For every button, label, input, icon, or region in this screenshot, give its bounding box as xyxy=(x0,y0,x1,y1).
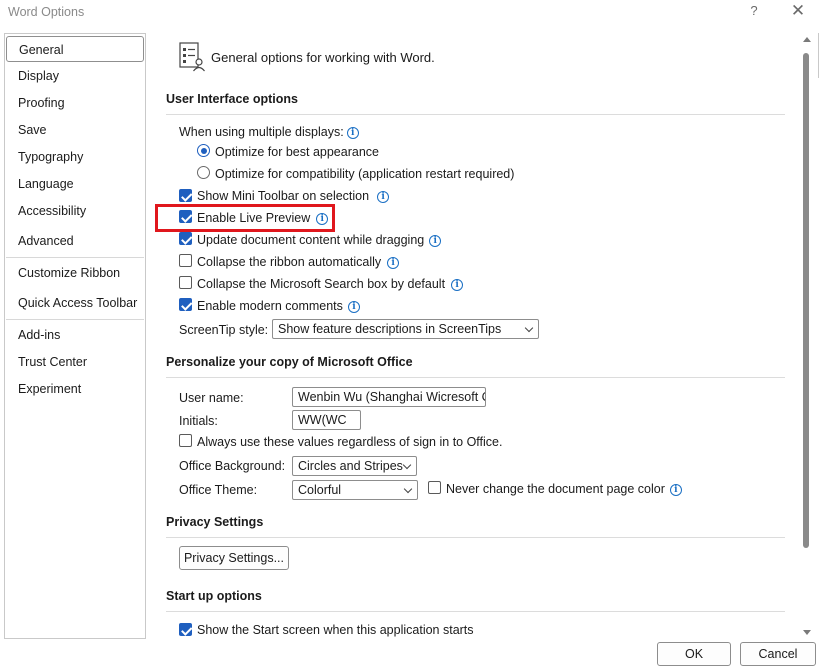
modern-comments-checkbox[interactable] xyxy=(179,298,192,311)
chevron-down-icon xyxy=(402,460,412,470)
screentip-label: ScreenTip style: xyxy=(179,323,269,337)
mini-toolbar-label: Show Mini Toolbar on selection i xyxy=(197,189,390,203)
mini-toolbar-checkbox[interactable] xyxy=(179,189,192,202)
radio-best-appearance-label: Optimize for best appearance xyxy=(215,145,379,159)
nav-divider xyxy=(6,257,144,258)
update-dragging-checkbox[interactable] xyxy=(179,232,192,245)
help-button[interactable]: ? xyxy=(746,3,762,18)
nav-item-add-ins[interactable]: Add-ins xyxy=(18,328,60,342)
nav-item-customize-ribbon[interactable]: Customize Ribbon xyxy=(18,266,120,280)
scroll-down-arrow-icon[interactable] xyxy=(803,630,811,635)
nav-item-quick-access-toolbar[interactable]: Quick Access Toolbar xyxy=(18,296,137,310)
nav-item-save[interactable]: Save xyxy=(18,123,47,137)
section-divider xyxy=(166,377,785,378)
initials-field[interactable]: WW(WC xyxy=(292,410,361,430)
show-start-screen-label: Show the Start screen when this applicat… xyxy=(197,623,474,637)
radio-compatibility[interactable] xyxy=(197,166,210,179)
show-start-screen-checkbox[interactable] xyxy=(179,623,192,636)
nav-item-accessibility[interactable]: Accessibility xyxy=(18,204,86,218)
ok-button[interactable]: OK xyxy=(657,642,731,666)
chevron-down-icon xyxy=(403,484,413,494)
never-change-color-checkbox[interactable] xyxy=(428,481,441,494)
section-divider xyxy=(166,611,785,612)
info-icon[interactable]: i xyxy=(451,279,464,291)
radio-best-appearance[interactable] xyxy=(197,144,210,157)
options-pane: General options for working with Word. U… xyxy=(150,26,798,638)
nav-item-language[interactable]: Language xyxy=(18,177,74,191)
window-edge xyxy=(818,33,819,78)
section-title-ui-options: User Interface options xyxy=(166,92,298,106)
info-icon[interactable]: i xyxy=(346,127,359,139)
section-divider xyxy=(166,114,785,115)
window-title: Word Options xyxy=(8,5,85,19)
section-title-privacy: Privacy Settings xyxy=(166,515,264,529)
multi-display-label: When using multiple displays: i xyxy=(179,125,359,139)
section-title-startup: Start up options xyxy=(166,589,262,603)
nav-item-advanced[interactable]: Advanced xyxy=(18,234,74,248)
office-background-select[interactable]: Circles and Stripes xyxy=(292,456,417,476)
initials-label: Initials: xyxy=(179,414,218,428)
collapse-ribbon-label: Collapse the ribbon automatically i xyxy=(197,255,400,269)
office-background-label: Office Background: xyxy=(179,459,286,473)
info-icon[interactable]: i xyxy=(347,301,360,313)
privacy-settings-button[interactable]: Privacy Settings... xyxy=(179,546,289,570)
modern-comments-label: Enable modern comments i xyxy=(197,299,360,313)
collapse-search-label: Collapse the Microsoft Search box by def… xyxy=(197,277,464,291)
scroll-up-arrow-icon[interactable] xyxy=(803,37,811,42)
nav-divider xyxy=(6,319,144,320)
collapse-ribbon-checkbox[interactable] xyxy=(179,254,192,267)
office-theme-select[interactable]: Colorful xyxy=(292,480,418,500)
always-use-checkbox[interactable] xyxy=(179,434,192,447)
general-options-icon xyxy=(179,42,205,72)
user-name-label: User name: xyxy=(179,391,244,405)
info-icon[interactable]: i xyxy=(377,191,390,203)
cancel-button[interactable]: Cancel xyxy=(740,642,816,666)
nav-item-trust-center[interactable]: Trust Center xyxy=(18,355,87,369)
info-icon[interactable]: i xyxy=(669,484,682,496)
page-header: General options for working with Word. xyxy=(211,50,435,65)
office-theme-label: Office Theme: xyxy=(179,483,258,497)
nav-item-typography[interactable]: Typography xyxy=(18,150,83,164)
chevron-down-icon xyxy=(524,323,534,333)
live-preview-highlight xyxy=(155,204,335,232)
screentip-select[interactable]: Show feature descriptions in ScreenTips xyxy=(272,319,539,339)
info-icon[interactable]: i xyxy=(387,257,400,269)
scroll-thumb[interactable] xyxy=(803,53,809,548)
title-bar: Word Options ? ✕ xyxy=(0,0,825,26)
never-change-color-label: Never change the document page color i xyxy=(446,482,682,496)
vertical-scrollbar[interactable] xyxy=(799,33,815,638)
section-title-personalize: Personalize your copy of Microsoft Offic… xyxy=(166,355,413,369)
user-name-field[interactable]: Wenbin Wu (Shanghai Wicresoft Co xyxy=(292,387,486,407)
radio-compatibility-label: Optimize for compatibility (application … xyxy=(215,167,515,181)
update-dragging-label: Update document content while dragging i xyxy=(197,233,442,247)
category-nav: General Display Proofing Save Typography… xyxy=(4,33,146,639)
info-icon[interactable]: i xyxy=(429,235,442,247)
always-use-label: Always use these values regardless of si… xyxy=(197,435,503,449)
collapse-search-checkbox[interactable] xyxy=(179,276,192,289)
close-button[interactable]: ✕ xyxy=(788,1,808,21)
nav-item-general[interactable]: General xyxy=(6,36,144,62)
nav-item-proofing[interactable]: Proofing xyxy=(18,96,65,110)
section-divider xyxy=(166,537,785,538)
nav-item-display[interactable]: Display xyxy=(18,69,59,83)
nav-item-experiment[interactable]: Experiment xyxy=(18,382,81,396)
